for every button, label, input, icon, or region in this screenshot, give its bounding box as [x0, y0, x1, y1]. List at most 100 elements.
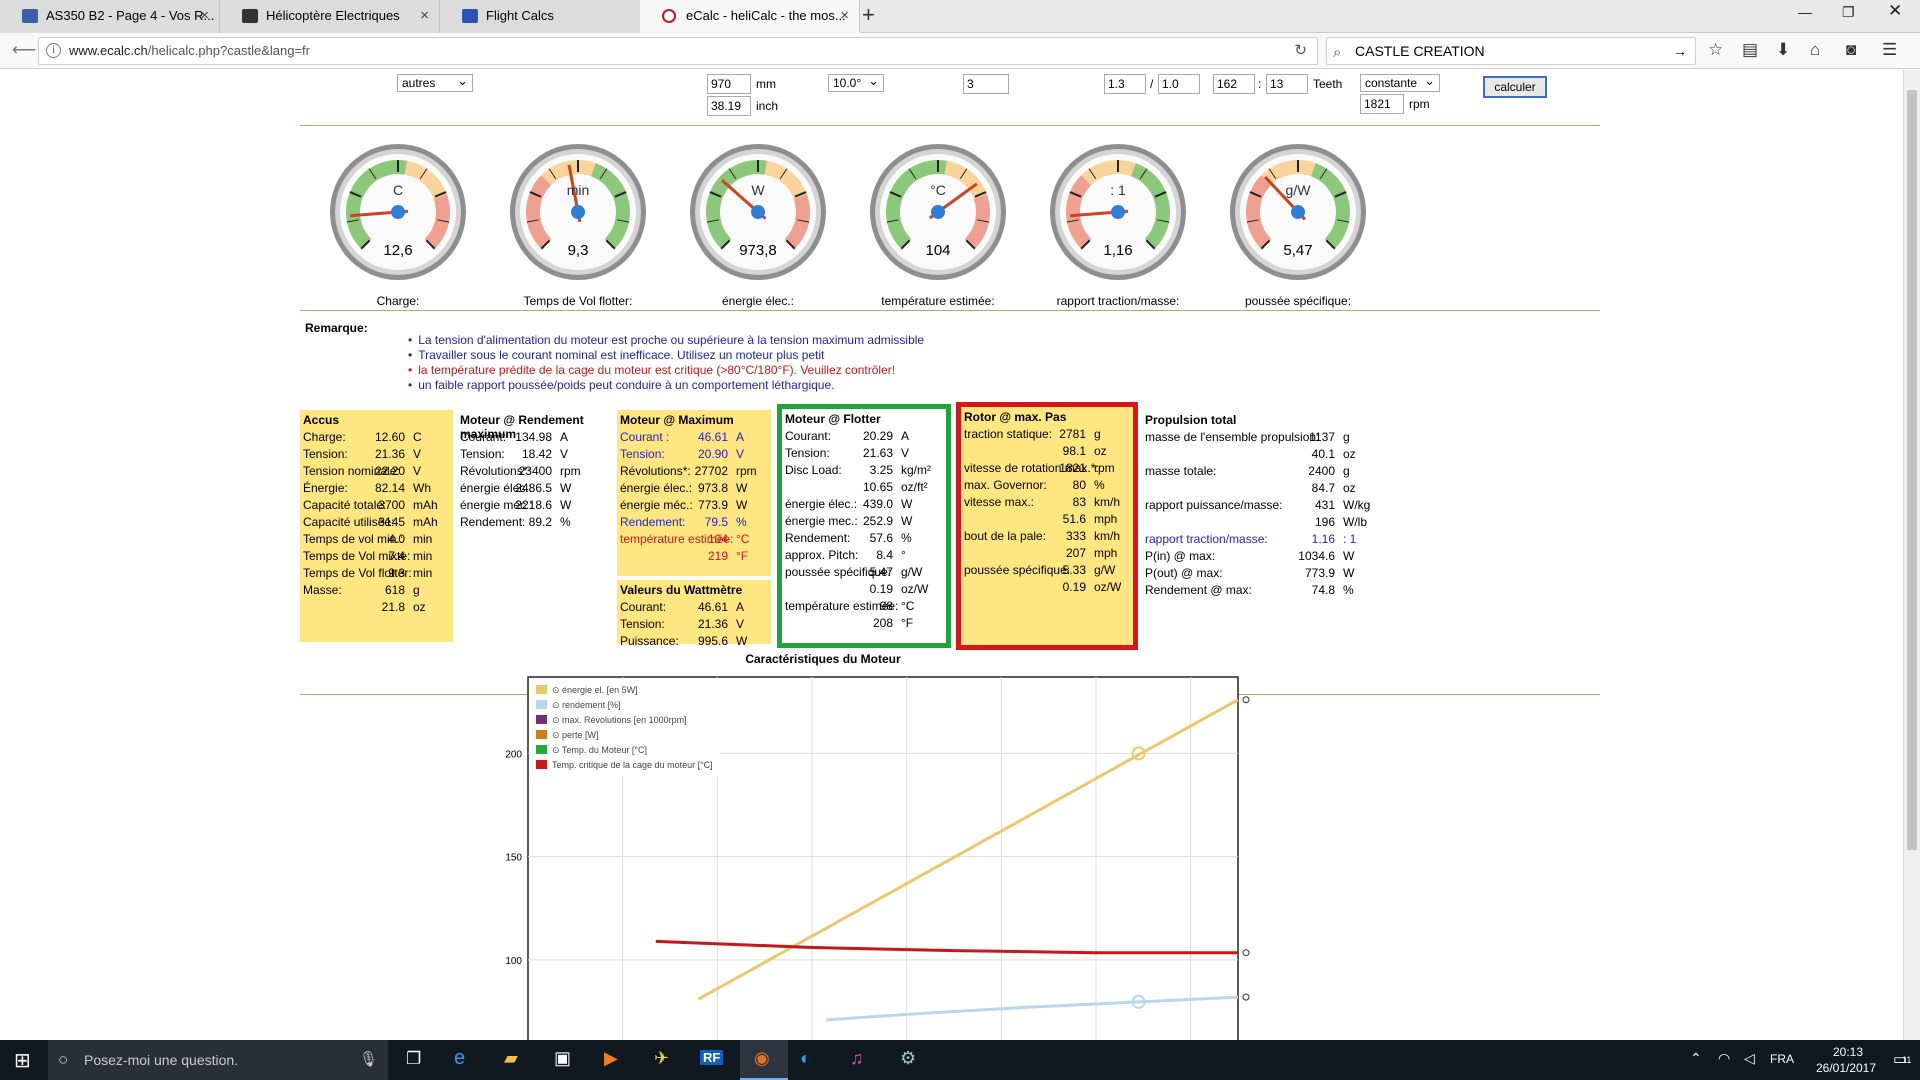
table-row: Tension nominale: 22.20 V: [303, 464, 422, 478]
table-row: Courant :46.61 A: [620, 430, 745, 444]
media-player-icon[interactable]: ▶: [604, 1048, 618, 1069]
close-tab-icon[interactable]: ×: [840, 0, 849, 31]
rotor-type-select[interactable]: autres: [397, 73, 473, 92]
motor-chart: Caractéristiques du Moteur 100 150 200 ⊙ éne…: [300, 647, 1600, 1040]
row-unit: g: [1094, 427, 1101, 441]
gauge-value: 9,3: [567, 242, 589, 259]
gear-ratio-a-input[interactable]: 1.3: [1104, 74, 1146, 94]
legend-swatch: [536, 715, 547, 724]
search-input[interactable]: ⌕ CASTLE CREATION →: [1326, 37, 1696, 65]
search-placeholder: Posez-moi une question.: [84, 1052, 239, 1068]
minimize-icon[interactable]: —: [1798, 4, 1812, 20]
page-scrollbar[interactable]: [1903, 70, 1920, 1040]
table-rendement: Moteur @ Rendement maximum Courant: 134.98…: [457, 410, 617, 540]
y-tick-label: 200: [505, 749, 522, 760]
row-unit: mAh: [413, 498, 438, 512]
diameter-mm-input[interactable]: 970: [707, 74, 751, 94]
close-tab-icon[interactable]: ×: [200, 0, 209, 31]
tray-chevron-icon[interactable]: ⌃: [1690, 1050, 1702, 1067]
firefox-taskbar-button[interactable]: ◉: [740, 1040, 788, 1080]
reload-icon[interactable]: ↻: [1294, 38, 1307, 64]
row-unit: A: [736, 600, 745, 614]
reading-list-icon[interactable]: ▤: [1742, 40, 1758, 60]
tab-helicoptere[interactable]: Hélicoptère Electriques ×: [220, 0, 440, 33]
pocket-icon[interactable]: ◙: [1846, 40, 1856, 60]
helicopter-app-icon[interactable]: ✈: [654, 1048, 669, 1069]
calculate-button[interactable]: calculer: [1483, 76, 1547, 98]
table-row: 84.7 oz: [1311, 481, 1356, 495]
table-row: énergie méc.: 2218.6 W: [460, 498, 572, 512]
bookmark-star-icon[interactable]: ☆: [1708, 40, 1723, 60]
main-gear-teeth-input[interactable]: 162: [1213, 74, 1255, 94]
row-unit: %: [736, 515, 747, 529]
download-icon[interactable]: ⬇: [1776, 40, 1790, 60]
gauge-0: C 12,6 Charge:: [328, 142, 468, 308]
row-unit: g: [1343, 464, 1350, 478]
row-label: masse de l'ensemble propulsion:: [1145, 430, 1320, 444]
pitch-select[interactable]: 10.0°: [828, 73, 884, 92]
clock-date[interactable]: 26/01/2017: [1796, 1061, 1896, 1075]
file-explorer-icon[interactable]: ▰: [504, 1048, 518, 1069]
legend-item: Temp. critique de la cage du moteur [°C]: [552, 760, 713, 770]
microphone-icon[interactable]: 🎙: [359, 1040, 378, 1080]
volume-icon[interactable]: ◁: [1744, 1050, 1755, 1067]
pinion-teeth-input[interactable]: 13: [1266, 74, 1308, 94]
new-tab-icon[interactable]: +: [862, 2, 875, 28]
scrollbar-thumb[interactable]: [1907, 90, 1917, 850]
task-view-icon[interactable]: ❐: [406, 1049, 421, 1069]
table-row: énergie élec.: 2486.5 W: [460, 481, 572, 495]
speed-mode-select[interactable]: constante: [1360, 73, 1440, 92]
row-unit: : 1: [1343, 532, 1357, 546]
row-unit: rpm: [1094, 461, 1115, 475]
table-rotor: Rotor @ max. Pas traction statique: 2781 g 9…: [956, 402, 1138, 650]
blades-input[interactable]: 3: [963, 74, 1009, 94]
table-title: Accus: [303, 413, 340, 427]
wifi-icon[interactable]: ◠: [1718, 1050, 1730, 1067]
itunes-icon[interactable]: ♫: [850, 1048, 864, 1069]
back-icon[interactable]: ⟵: [12, 40, 36, 60]
rpm-input[interactable]: 1821: [1360, 94, 1404, 114]
tab-label: Flight Calcs: [486, 8, 554, 23]
menu-icon[interactable]: ☰: [1882, 40, 1897, 60]
realflight-icon[interactable]: RF: [700, 1050, 724, 1065]
legend-item: ⊙ Temp. du Moteur [°C]: [552, 745, 647, 755]
diameter-inch-input[interactable]: 38.19: [707, 96, 751, 116]
row-label: bout de la pale:: [964, 529, 1047, 543]
row-unit: mph: [1094, 546, 1118, 560]
divider: [300, 310, 1600, 311]
legend-item: ⊙ max. Révolutions [en 1000rpm]: [552, 715, 687, 725]
clock-time[interactable]: 20:13: [1808, 1045, 1888, 1059]
url-bar[interactable]: i www.ecalc.ch/helicalc.php?castle&lang=…: [38, 37, 1318, 65]
tab-flight-calcs[interactable]: Flight Calcs ×: [440, 0, 660, 33]
close-window-icon[interactable]: ✕: [1888, 1, 1902, 21]
site-info-icon[interactable]: i: [46, 43, 61, 58]
row-unit: oz: [413, 600, 426, 614]
gauge-5: g/W 5,47 poussée spécifique:: [1228, 142, 1368, 308]
tab-ecalc[interactable]: eCalc - heliCalc - the mos... ×: [640, 0, 860, 33]
edge-icon[interactable]: e: [454, 1047, 465, 1070]
store-icon[interactable]: ▣: [554, 1048, 571, 1069]
input-value: 13: [1270, 77, 1284, 91]
tab-as350[interactable]: AS350 B2 - Page 4 - Vos R... ×: [0, 0, 220, 33]
home-icon[interactable]: ⌂: [1810, 40, 1820, 60]
restore-icon[interactable]: ❐: [1842, 4, 1855, 21]
gear-ratio-b-input[interactable]: 1.0: [1158, 74, 1200, 94]
document-favicon-icon: [462, 9, 478, 23]
row-label: Tension:: [460, 447, 505, 461]
gauge-value: 1,16: [1103, 242, 1133, 259]
flight-app-icon[interactable]: ◐: [800, 1048, 811, 1069]
close-tab-icon[interactable]: ×: [420, 0, 429, 31]
go-arrow-icon[interactable]: →: [1673, 38, 1687, 64]
gauge-4: : 1 1,16 rapport traction/masse:: [1048, 142, 1188, 308]
row-unit: V: [413, 447, 422, 461]
table-row: Capacité totale: 3700 mAh: [303, 498, 438, 512]
windows-start-icon[interactable]: ⊞: [14, 1048, 31, 1073]
row-label: P(out) @ max:: [1145, 566, 1223, 580]
cortana-search-input[interactable]: ○ Posez-moi une question. 🎙: [48, 1040, 388, 1080]
settings-app-icon[interactable]: ⚙: [900, 1048, 916, 1069]
row-label: Tension:: [785, 446, 830, 460]
row-label: Rendement:: [785, 531, 851, 545]
row-label: P(in) @ max:: [1145, 549, 1216, 563]
row-unit: %: [1094, 478, 1105, 492]
language-indicator[interactable]: FRA: [1770, 1052, 1794, 1066]
